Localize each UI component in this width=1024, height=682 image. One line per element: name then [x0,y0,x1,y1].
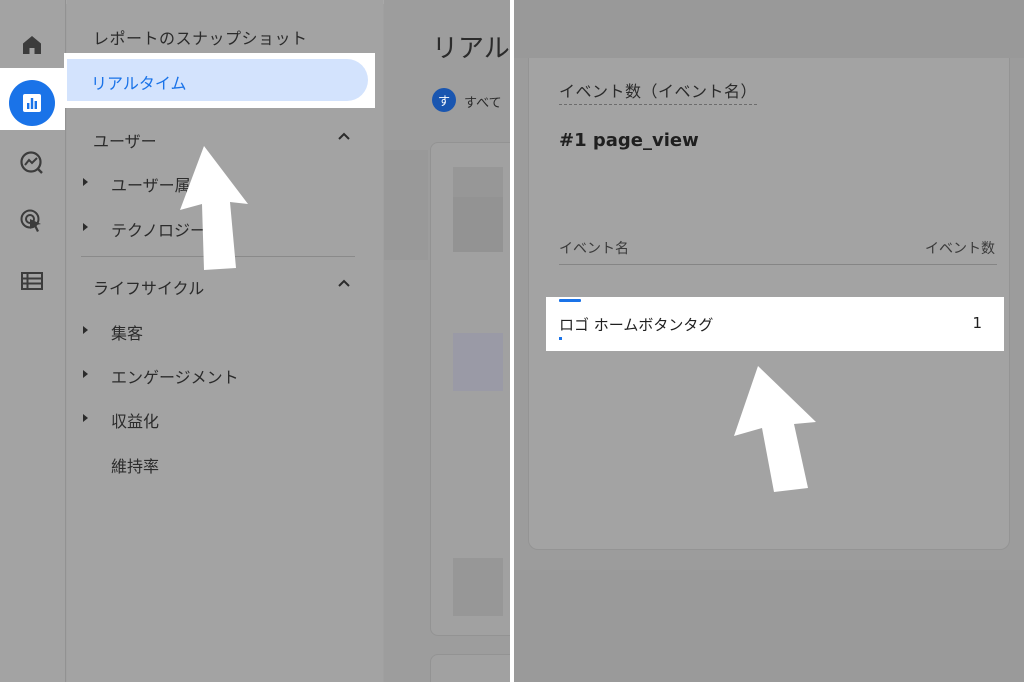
configure-icon[interactable] [17,266,47,296]
realtime-content-peek: リアル す すべて [384,0,510,682]
column-header-event-name: イベント名 [559,241,629,257]
nav-selected-highlight: リアルタイム [64,53,375,108]
chevron-up-icon[interactable] [337,277,351,291]
table-divider [559,264,997,265]
secondary-card [430,654,510,682]
report-nav: レポートのスナップショット リアルタイム ユーザー ユーザー属性 テクノロジー … [64,0,383,682]
comparison-chip-label[interactable]: すべて [464,92,502,111]
nav-item-engagement[interactable]: エンゲージメント [67,364,383,387]
chevron-up-icon[interactable] [337,130,351,144]
comparison-chip-avatar[interactable]: す [432,88,456,112]
section-users[interactable]: ユーザー [93,128,157,152]
nav-item-label: 維持率 [111,457,160,476]
caret-right-icon [83,223,88,231]
page-title: リアル [432,34,510,64]
event-name-cell: ロゴ ホームボタンタグ [559,316,714,334]
bottom-area [514,570,1024,682]
side-rail [0,0,66,682]
row-progress-bar [559,337,562,340]
explore-icon[interactable] [17,148,47,178]
realtime-card [430,142,510,636]
caret-right-icon [83,414,88,422]
nav-item-label: 集客 [111,324,144,343]
nav-item-retention[interactable]: 維持率 [67,453,383,476]
up-arrow-icon [180,146,248,270]
event-count-cell: 1 [972,314,982,332]
blurred-content [453,197,503,252]
map-blur [384,150,428,260]
table-row[interactable]: ロゴ ホームボタンタグ 1 [546,297,1004,351]
nav-item-monetization[interactable]: 収益化 [67,408,383,431]
column-header-event-count: イベント数 [925,241,995,257]
advertising-icon[interactable] [17,206,47,236]
top-event: #1 page_view [559,130,699,151]
section-lifecycle[interactable]: ライフサイクル [93,275,204,299]
nav-item-acquisition[interactable]: 集客 [67,320,383,343]
nav-item-label: エンゲージメント [111,368,239,387]
top-band [514,0,1024,58]
blurred-content [453,333,503,391]
up-arrow-icon [734,366,816,492]
nav-title[interactable]: レポートのスナップショット [93,25,308,49]
row-bar-indicator [559,299,581,302]
caret-right-icon [83,178,88,186]
nav-item-label: 収益化 [111,412,160,431]
nav-item-realtime[interactable]: リアルタイム [67,59,368,101]
reports-icon[interactable] [9,80,55,126]
blurred-content [453,558,503,616]
nav-item-realtime-label: リアルタイム [91,74,187,93]
right-screenshot-panel: イベント数（イベント名） #1 page_view イベント名 イベント数 ロゴ… [514,0,1024,682]
caret-right-icon [83,370,88,378]
left-screenshot-panel: レポートのスナップショット リアルタイム ユーザー ユーザー属性 テクノロジー … [0,0,510,682]
home-icon[interactable] [17,30,47,60]
card-title[interactable]: イベント数（イベント名） [559,78,758,105]
caret-right-icon [83,326,88,334]
